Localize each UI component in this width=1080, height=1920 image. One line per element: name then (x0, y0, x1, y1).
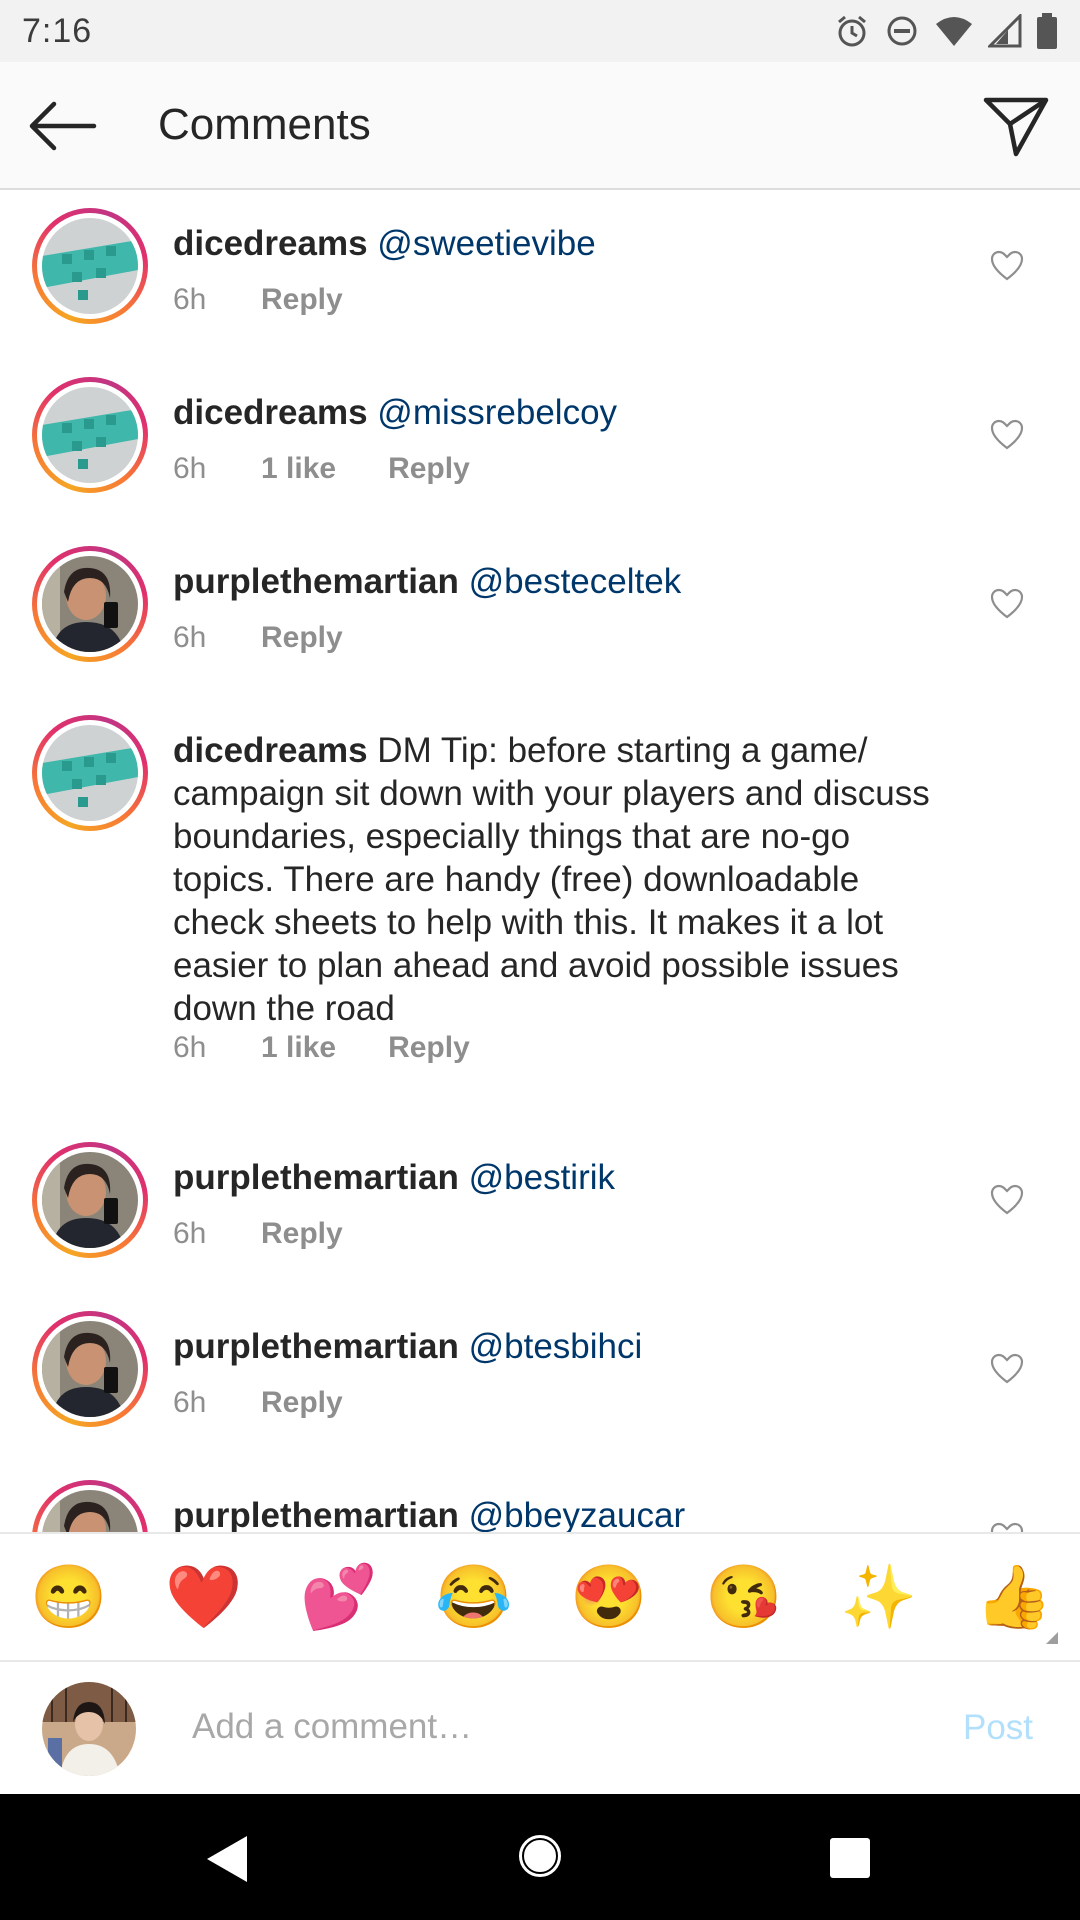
comment-body[interactable]: @bbeyzaucar (469, 1496, 685, 1532)
comment-text: purplethemartian @btesbihci (173, 1325, 953, 1368)
direct-send-icon[interactable] (982, 94, 1050, 158)
like-heart-icon[interactable] (990, 419, 1024, 451)
comment-meta: 6h 1 like Reply (173, 452, 470, 486)
reply-button[interactable]: Reply (261, 1386, 343, 1420)
battery-icon (1037, 13, 1057, 49)
expand-corner-icon (1046, 1632, 1058, 1644)
comment-age: 6h (173, 621, 207, 654)
post-button[interactable]: Post (963, 1708, 1033, 1748)
back-arrow-icon[interactable] (26, 98, 98, 154)
comment-username[interactable]: purplethemartian (173, 1158, 459, 1197)
alarm-icon (838, 15, 866, 47)
nav-back-icon[interactable] (203, 1834, 249, 1884)
dice-avatar-image (42, 725, 138, 821)
emoji-tears-of-joy-button[interactable]: 😂 (435, 1560, 512, 1636)
comment-meta: 6h Reply (173, 1386, 343, 1420)
like-heart-icon[interactable] (990, 588, 1024, 620)
comment-meta: 6h Reply (173, 621, 343, 655)
avatar[interactable] (32, 208, 148, 324)
comment-username[interactable]: dicedreams (173, 393, 368, 432)
emoji-grin-button[interactable]: 😁 (30, 1560, 107, 1636)
like-heart-icon[interactable] (990, 250, 1024, 282)
emoji-quick-bar: 😁 ❤️ 💕 😂 😍 😘 ✨ 👍 (0, 1532, 1080, 1662)
emoji-two-hearts-button[interactable]: 💕 (300, 1560, 377, 1636)
nav-home-icon[interactable] (516, 1832, 564, 1880)
avatar[interactable] (32, 377, 148, 493)
selfie-avatar-image (42, 556, 138, 652)
reply-button[interactable]: Reply (261, 621, 343, 655)
status-icons (834, 13, 1058, 49)
emoji-heart-button[interactable]: ❤️ (165, 1560, 242, 1636)
comment-meta: 6h 1 like Reply (173, 1031, 470, 1065)
like-heart-icon[interactable] (990, 1184, 1024, 1216)
comment-meta: 6h Reply (173, 283, 343, 317)
comment-age: 6h (173, 1031, 207, 1064)
avatar[interactable] (32, 715, 148, 831)
comment-age: 6h (173, 1217, 207, 1250)
comment-composer: Post (0, 1662, 1080, 1794)
selfie-avatar-image (42, 1321, 138, 1417)
comment-username[interactable]: dicedreams (173, 224, 368, 263)
reply-button[interactable]: Reply (388, 452, 470, 486)
avatar[interactable] (32, 1142, 148, 1258)
system-nav-bar (0, 1794, 1080, 1920)
comment-meta: 6h Reply (173, 1217, 343, 1251)
selfie-avatar-image (42, 1490, 138, 1532)
comment-likes[interactable]: 1 like (261, 1031, 336, 1065)
like-heart-icon[interactable] (990, 1353, 1024, 1385)
comment-input[interactable] (190, 1696, 894, 1758)
comment-username[interactable]: purplethemartian (173, 1327, 459, 1366)
my-avatar (42, 1682, 136, 1776)
comment-text: purplethemartian @bbeyzaucar (173, 1494, 953, 1532)
comment-age: 6h (173, 283, 207, 316)
do-not-disturb-icon (887, 16, 917, 46)
dice-avatar-image (42, 218, 138, 314)
comment-likes[interactable]: 1 like (261, 452, 336, 486)
comment-body[interactable]: @besteceltek (469, 562, 682, 601)
comment-body[interactable]: @bestirik (469, 1158, 615, 1197)
reply-button[interactable]: Reply (261, 283, 343, 317)
comment-username[interactable]: purplethemartian (173, 1496, 459, 1532)
avatar[interactable] (32, 1311, 148, 1427)
comments-header: Comments (0, 62, 1080, 190)
dice-avatar-image (42, 387, 138, 483)
nav-recents-icon[interactable] (830, 1838, 870, 1878)
emoji-sparkles-button[interactable]: ✨ (840, 1560, 917, 1636)
reply-button[interactable]: Reply (388, 1031, 470, 1065)
comment-body: DM Tip: before starting a game/ campaign… (173, 731, 930, 1028)
comment-text: purplethemartian @besteceltek (173, 560, 953, 603)
avatar[interactable] (32, 1480, 148, 1532)
comment-text: dicedreams @sweetievibe (173, 222, 953, 265)
status-bar: 7:16 (0, 0, 1080, 62)
reply-button[interactable]: Reply (261, 1217, 343, 1251)
status-time: 7:16 (22, 11, 93, 50)
comment-age: 6h (173, 1386, 207, 1419)
emoji-heart-eyes-button[interactable]: 😍 (570, 1560, 647, 1636)
comment-text: dicedreams DM Tip: before starting a gam… (173, 729, 943, 1030)
emoji-thumbs-up-button[interactable]: 👍 (975, 1560, 1052, 1636)
comment-text: purplethemartian @bestirik (173, 1156, 953, 1199)
comment-username[interactable]: dicedreams (173, 731, 368, 770)
signal-icon (988, 14, 1022, 48)
comment-body[interactable]: @missrebelcoy (377, 393, 617, 432)
like-heart-icon[interactable] (990, 1522, 1024, 1532)
emoji-kiss-button[interactable]: 😘 (705, 1560, 782, 1636)
comment-age: 6h (173, 452, 207, 485)
comment-text: dicedreams @missrebelcoy (173, 391, 953, 434)
selfie-avatar-image (42, 1152, 138, 1248)
comment-body[interactable]: @sweetievibe (377, 224, 595, 263)
comment-username[interactable]: purplethemartian (173, 562, 459, 601)
wifi-icon (936, 17, 972, 46)
comment-body[interactable]: @btesbihci (469, 1327, 643, 1366)
page-title: Comments (158, 100, 371, 149)
avatar[interactable] (32, 546, 148, 662)
comment-list[interactable]: dicedreams @sweetievibe 6h Reply dicedre… (0, 190, 1080, 1532)
